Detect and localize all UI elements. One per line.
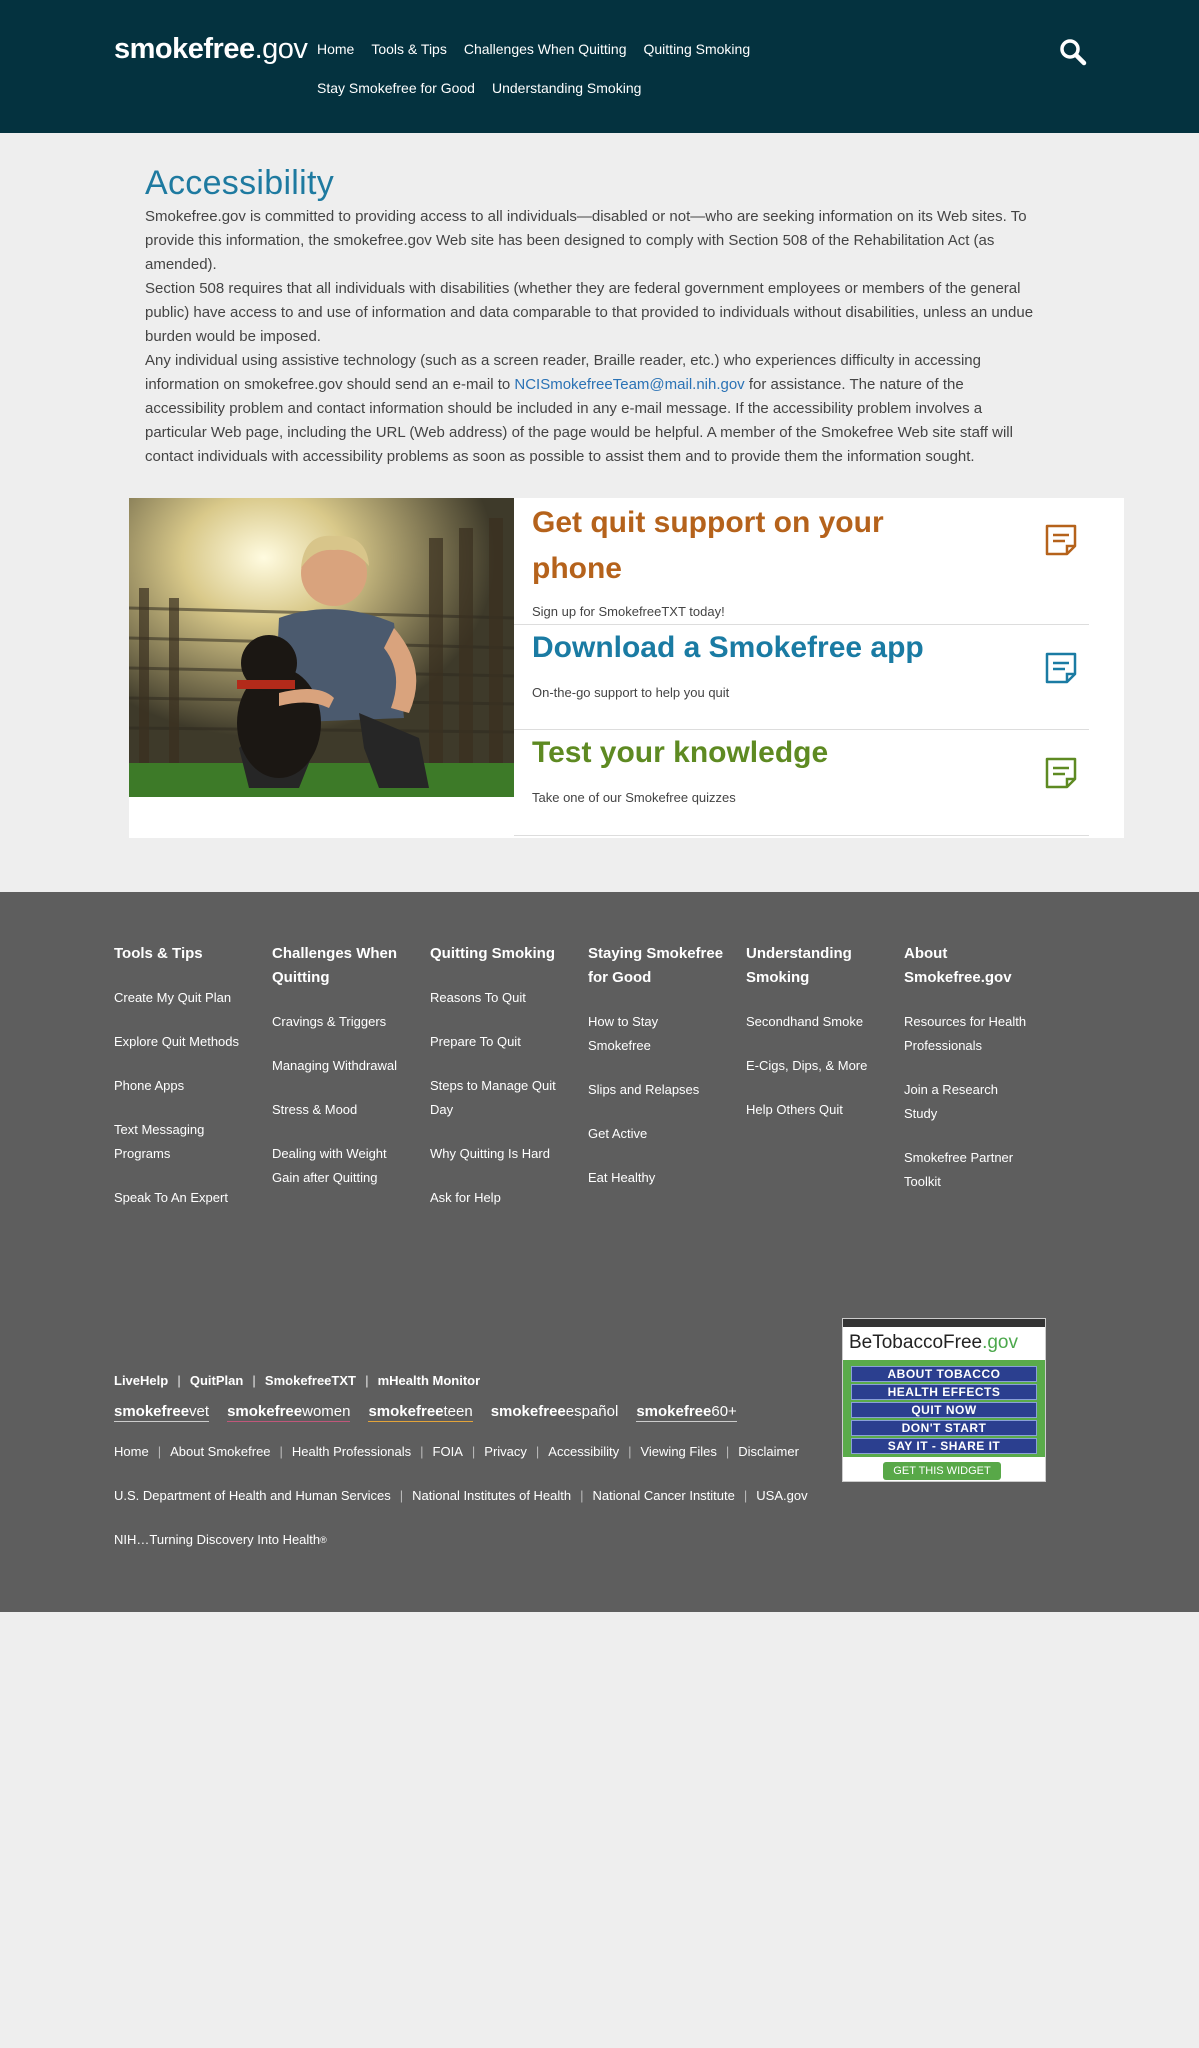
footer-link[interactable]: Dealing with Weight Gain after Quitting — [272, 1142, 430, 1190]
nci-link[interactable]: National Cancer Institute — [593, 1488, 735, 1503]
nav-challenges[interactable]: Challenges When Quitting — [464, 40, 627, 59]
footer-link[interactable]: Prepare To Quit — [430, 1030, 588, 1054]
usagov-link[interactable]: USA.gov — [756, 1488, 807, 1503]
footer-link[interactable]: Smokefree Partner Toolkit — [904, 1146, 1062, 1194]
widget-about-tobacco-button[interactable]: ABOUT TOBACCO — [851, 1366, 1037, 1382]
promo-panel: Get quit support on your phone Sign up f… — [129, 498, 1124, 838]
footer-col-understanding: Understanding Smoking Secondhand Smoke E… — [746, 942, 904, 1230]
footer-heading: Understanding Smoking — [746, 945, 852, 986]
contact-paragraph: Any individual using assistive technolog… — [145, 352, 1013, 465]
note-icon — [1045, 757, 1077, 789]
footer-heading: Quitting Smoking — [430, 945, 555, 962]
footer-heading: Staying Smokefree for Good — [588, 945, 724, 986]
footer-link[interactable]: Speak To An Expert — [114, 1186, 272, 1210]
footer-link[interactable]: Get Active — [588, 1122, 746, 1146]
footer-link[interactable]: E-Cigs, Dips, & More — [746, 1054, 904, 1078]
main-content: Accessibility Smokefree.gov is committed… — [145, 164, 1045, 469]
footer-heading: About Smokefree.gov — [904, 945, 1012, 986]
widget-quit-now-button[interactable]: QUIT NOW — [851, 1402, 1037, 1418]
footer-viewing-files-link[interactable]: Viewing Files — [640, 1444, 716, 1459]
footer-link[interactable]: Slips and Relapses — [588, 1078, 746, 1102]
footer-heading: Tools & Tips — [114, 945, 203, 962]
gov-links: U.S. Department of Health and Human Serv… — [114, 1488, 808, 1503]
site-logo[interactable]: smokefree.gov — [114, 33, 308, 66]
widget-dont-start-button[interactable]: DON'T START — [851, 1420, 1037, 1436]
footer-col-tools: Tools & Tips Create My Quit Plan Explore… — [114, 942, 272, 1230]
promo-phone-support[interactable]: Get quit support on your phone Sign up f… — [514, 498, 1089, 625]
section508-paragraph: Section 508 requires that all individual… — [145, 280, 1034, 345]
promo-photo — [129, 498, 514, 797]
nav-understanding[interactable]: Understanding Smoking — [492, 79, 641, 98]
footer-col-about: About Smokefree.gov Resources for Health… — [904, 942, 1062, 1230]
nav-home[interactable]: Home — [317, 40, 354, 59]
footer-link[interactable]: Why Quitting Is Hard — [430, 1142, 588, 1166]
widget-health-effects-button[interactable]: HEALTH EFFECTS — [851, 1384, 1037, 1400]
brand-60plus[interactable]: smokefree60+ — [636, 1403, 737, 1422]
footer-privacy-link[interactable]: Privacy — [484, 1444, 527, 1459]
site-links: Home | About Smokefree | Health Profession… — [114, 1444, 799, 1459]
nav-quitting[interactable]: Quitting Smoking — [644, 40, 751, 59]
footer-link[interactable]: Resources for Health Professionals — [904, 1010, 1062, 1058]
footer-link[interactable]: Join a Research Study — [904, 1078, 1062, 1126]
brand-espanol[interactable]: smokefreeespañol — [490, 1403, 619, 1422]
footer-about-link[interactable]: About Smokefree — [170, 1444, 270, 1459]
footer-col-challenges: Challenges When Quitting Cravings & Trig… — [272, 942, 430, 1230]
footer-foia-link[interactable]: FOIA — [433, 1444, 463, 1459]
footer-link[interactable]: Managing Withdrawal — [272, 1054, 430, 1078]
mhealth-link[interactable]: mHealth Monitor — [378, 1373, 481, 1388]
footer-disclaimer-link[interactable]: Disclaimer — [738, 1444, 799, 1459]
contact-email-link[interactable]: NCISmokefreeTeam@mail.nih.gov — [514, 376, 744, 393]
note-icon — [1045, 652, 1077, 684]
nih-tagline[interactable]: NIH…Turning Discovery Into Health ® — [114, 1532, 327, 1547]
site-footer: Tools & Tips Create My Quit Plan Explore… — [0, 892, 1199, 1612]
footer-link[interactable]: Explore Quit Methods — [114, 1030, 272, 1054]
footer-link[interactable]: Help Others Quit — [746, 1098, 904, 1122]
footer-accessibility-link[interactable]: Accessibility — [548, 1444, 619, 1459]
search-icon — [1060, 39, 1087, 66]
widget-share-button[interactable]: SAY IT - SHARE IT — [851, 1438, 1037, 1454]
get-widget-button[interactable]: GET THIS WIDGET — [883, 1462, 1001, 1480]
footer-heading: Challenges When Quitting — [272, 945, 398, 986]
intro-paragraph: Smokefree.gov is committed to providing … — [145, 208, 1027, 273]
widget-title[interactable]: BeTobaccoFree.gov — [843, 1327, 1045, 1360]
nav-tools-tips[interactable]: Tools & Tips — [371, 40, 446, 59]
footer-home-link[interactable]: Home — [114, 1444, 149, 1459]
betobaccofree-widget: BeTobaccoFree.gov ABOUT TOBACCO HEALTH E… — [842, 1318, 1046, 1482]
quitplan-link[interactable]: QuitPlan — [190, 1373, 243, 1388]
brand-teen[interactable]: smokefreeteen — [368, 1403, 473, 1422]
livehelp-link[interactable]: LiveHelp — [114, 1373, 168, 1388]
footer-link[interactable]: Eat Healthy — [588, 1166, 746, 1190]
footer-columns: Tools & Tips Create My Quit Plan Explore… — [114, 942, 1062, 1230]
footer-link[interactable]: How to Stay Smokefree — [588, 1010, 746, 1058]
page-title: Accessibility — [145, 164, 335, 202]
nih-link[interactable]: National Institutes of Health — [412, 1488, 571, 1503]
footer-link[interactable]: Ask for Help — [430, 1186, 588, 1210]
promo-download-app[interactable]: Download a Smokefree app On-the-go suppo… — [514, 625, 1089, 730]
footer-link[interactable]: Text Messaging Programs — [114, 1118, 272, 1166]
nav-stay-smokefree[interactable]: Stay Smokefree for Good — [317, 79, 475, 98]
footer-link[interactable]: Phone Apps — [114, 1074, 272, 1098]
footer-link[interactable]: Stress & Mood — [272, 1098, 430, 1122]
footer-link[interactable]: Reasons To Quit — [430, 986, 588, 1010]
brand-women[interactable]: smokefreewomen — [227, 1403, 351, 1422]
brand-vet[interactable]: smokefreevet — [114, 1403, 210, 1422]
main-nav: Home Tools & Tips Challenges When Quitti… — [317, 40, 897, 98]
program-links: LiveHelp | QuitPlan | SmokefreeTXT | mHealt… — [114, 1373, 481, 1388]
footer-link[interactable]: Cravings & Triggers — [272, 1010, 430, 1034]
site-header: smokefree.gov Home Tools & Tips Challeng… — [0, 0, 1199, 133]
footer-col-staying: Staying Smokefree for Good How to Stay S… — [588, 942, 746, 1230]
note-icon — [1045, 524, 1077, 556]
footer-link[interactable]: Create My Quit Plan — [114, 986, 272, 1010]
smokefreetxt-link[interactable]: SmokefreeTXT — [265, 1373, 356, 1388]
hhs-link[interactable]: U.S. Department of Health and Human Serv… — [114, 1488, 391, 1503]
footer-health-pros-link[interactable]: Health Professionals — [292, 1444, 411, 1459]
promo-test-knowledge[interactable]: Test your knowledge Take one of our Smok… — [514, 730, 1089, 836]
brand-links: smokefreevet smokefreewomen smokefreetee… — [114, 1403, 737, 1422]
footer-link[interactable]: Secondhand Smoke — [746, 1010, 904, 1034]
footer-link[interactable]: Steps to Manage Quit Day — [430, 1074, 588, 1122]
footer-col-quitting: Quitting Smoking Reasons To Quit Prepare… — [430, 942, 588, 1230]
search-button[interactable] — [1058, 37, 1088, 67]
